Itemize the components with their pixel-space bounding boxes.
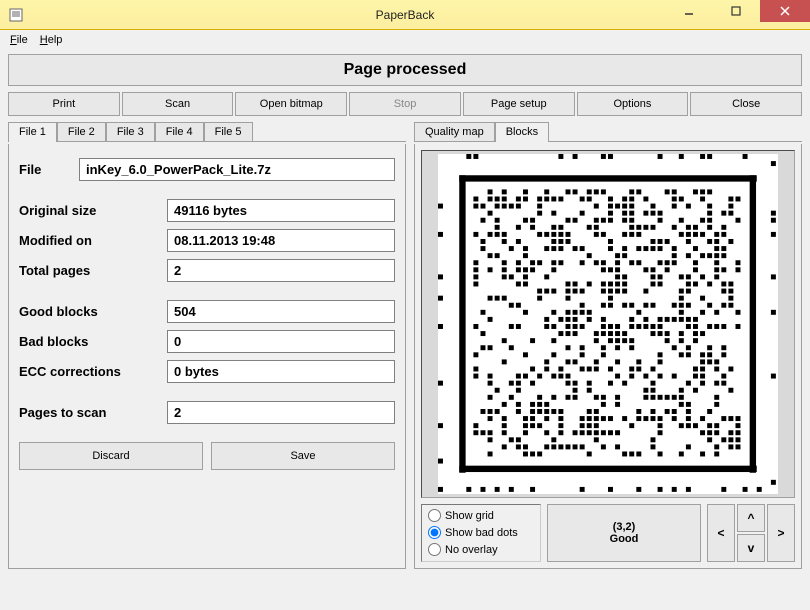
radio-show-bad-dots[interactable]: Show bad dots [428, 526, 534, 539]
original-size-label: Original size [19, 203, 167, 218]
file-value: inKey_6.0_PowerPack_Lite.7z [79, 158, 395, 181]
tab-blocks[interactable]: Blocks [495, 122, 549, 142]
close-button[interactable] [760, 0, 810, 22]
radio-no-overlay-label: No overlay [445, 544, 498, 556]
menubar: File Help [0, 30, 810, 50]
app-icon [8, 7, 24, 23]
page-setup-button[interactable]: Page setup [463, 92, 575, 116]
tab-quality-map[interactable]: Quality map [414, 122, 495, 141]
bad-blocks-value: 0 [167, 330, 395, 353]
menu-help-rest: elp [48, 34, 63, 46]
status-message: Page processed [8, 54, 802, 86]
file-tabs: File 1 File 2 File 3 File 4 File 5 [8, 122, 406, 142]
ecc-corrections-value: 0 bytes [167, 360, 395, 383]
nav-down-button[interactable]: v [737, 534, 765, 562]
radio-show-bad-dots-label: Show bad dots [445, 527, 518, 539]
save-button[interactable]: Save [211, 442, 395, 470]
minimize-button[interactable] [666, 0, 712, 22]
total-pages-value: 2 [167, 259, 395, 282]
file-tab-body: File inKey_6.0_PowerPack_Lite.7z Origina… [8, 144, 406, 569]
nav-buttons: < ^ > v [707, 504, 795, 562]
right-tabs: Quality map Blocks [414, 122, 802, 142]
menu-help[interactable]: Help [34, 32, 69, 48]
radio-show-grid[interactable]: Show grid [428, 509, 534, 522]
blocks-view[interactable] [421, 150, 795, 498]
block-status: Good [610, 533, 639, 545]
tab-file-1[interactable]: File 1 [8, 122, 57, 142]
nav-up-button[interactable]: ^ [737, 504, 765, 532]
tab-file-4[interactable]: File 4 [155, 122, 204, 141]
file-label: File [19, 162, 79, 177]
overlay-radio-group: Show grid Show bad dots No overlay [421, 504, 541, 562]
menu-file[interactable]: File [4, 32, 34, 48]
modified-on-value: 08.11.2013 19:48 [167, 229, 395, 252]
ecc-corrections-label: ECC corrections [19, 364, 167, 379]
scan-button[interactable]: Scan [122, 92, 234, 116]
good-blocks-value: 504 [167, 300, 395, 323]
pages-to-scan-label: Pages to scan [19, 405, 167, 420]
pages-to-scan-value: 2 [167, 401, 395, 424]
dot-matrix [438, 154, 778, 494]
titlebar: PaperBack [0, 0, 810, 30]
close-app-button[interactable]: Close [690, 92, 802, 116]
blocks-tab-body: Show grid Show bad dots No overlay (3,2)… [414, 144, 802, 569]
open-bitmap-button[interactable]: Open bitmap [235, 92, 347, 116]
stop-button: Stop [349, 92, 461, 116]
print-button[interactable]: Print [8, 92, 120, 116]
discard-button[interactable]: Discard [19, 442, 203, 470]
radio-no-overlay[interactable]: No overlay [428, 543, 534, 556]
nav-right-button[interactable]: > [767, 504, 795, 562]
window-title: PaperBack [376, 8, 435, 22]
good-blocks-label: Good blocks [19, 304, 167, 319]
tab-file-2[interactable]: File 2 [57, 122, 106, 141]
block-info-box: (3,2) Good [547, 504, 701, 562]
radio-show-grid-label: Show grid [445, 510, 494, 522]
tab-file-3[interactable]: File 3 [106, 122, 155, 141]
options-button[interactable]: Options [577, 92, 689, 116]
original-size-value: 49116 bytes [167, 199, 395, 222]
modified-on-label: Modified on [19, 233, 167, 248]
total-pages-label: Total pages [19, 263, 167, 278]
maximize-button[interactable] [713, 0, 759, 22]
block-coord: (3,2) [613, 521, 636, 533]
menu-file-rest: ile [17, 34, 28, 46]
bad-blocks-label: Bad blocks [19, 334, 167, 349]
tab-file-5[interactable]: File 5 [204, 122, 253, 141]
toolbar: Print Scan Open bitmap Stop Page setup O… [8, 92, 802, 116]
nav-left-button[interactable]: < [707, 504, 735, 562]
